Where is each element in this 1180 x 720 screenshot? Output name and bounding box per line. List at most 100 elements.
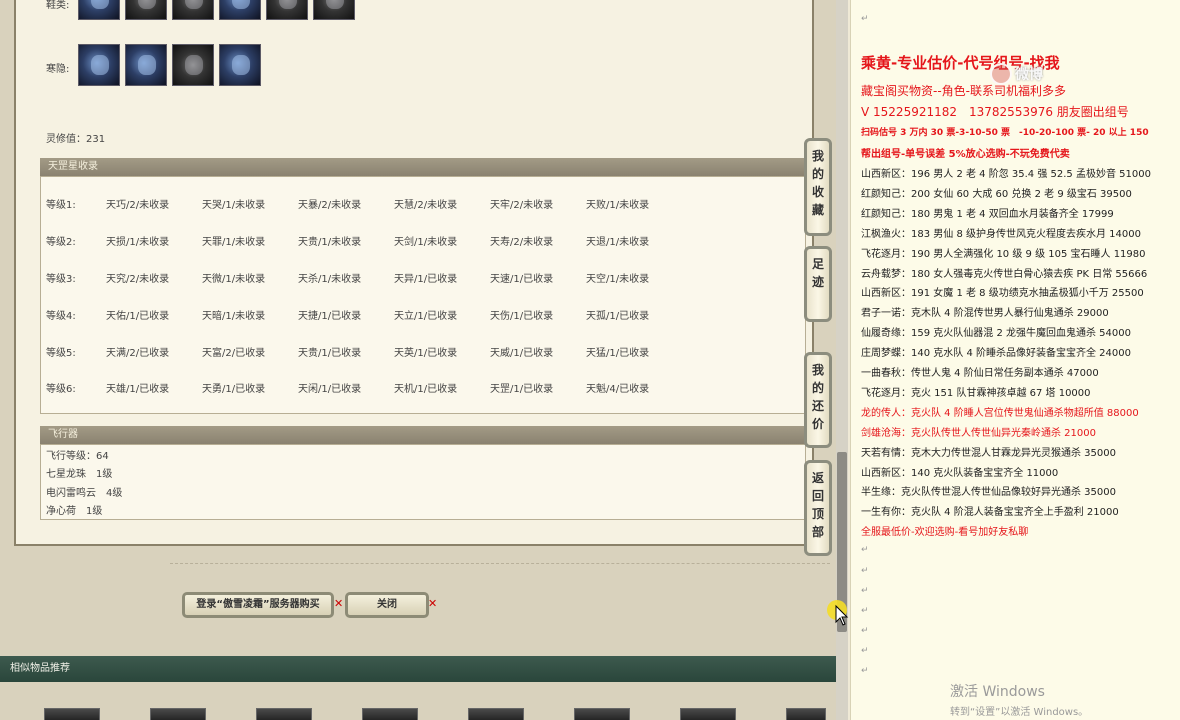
grade-cell: 天空/1/未收录 [586, 274, 650, 285]
item-icon[interactable] [172, 44, 214, 86]
grade-cell: 天微/1/未收录 [202, 274, 266, 285]
fly-section-box [40, 444, 806, 520]
divider [170, 563, 830, 564]
paragraph-mark: ↵ [861, 566, 869, 576]
item-icon[interactable] [266, 0, 308, 20]
fly-line: 七星龙珠 1级 [46, 469, 113, 480]
listing-line: 云舟载梦：180 女人强毒克火传世白骨心猿去疾 PK 日常 55666 [861, 268, 1148, 280]
buy-close-mark: ✕ [334, 597, 344, 610]
item-icon[interactable] [78, 0, 120, 20]
paragraph-mark: ↵ [861, 626, 869, 636]
similar-thumb[interactable] [680, 708, 736, 720]
grade-row: 等级4: 天佑/1/已收录 天暗/1/未收录 天捷/1/已收录 天立/1/已收录 天伤/1… [46, 307, 682, 322]
grade-row: 等级3: 天究/2/未收录 天微/1/未收录 天杀/1/未收录 天异/1/已收录 天速/1… [46, 270, 682, 285]
similar-thumb[interactable] [362, 708, 418, 720]
grade-cell: 天魁/4/已收录 [586, 384, 650, 395]
grade-cell: 天捷/1/已收录 [298, 311, 362, 322]
tab-my-counteroffer[interactable]: 我的还价 [804, 352, 832, 448]
grade-cell: 天巧/2/未收录 [106, 200, 170, 211]
paragraph-mark: ↵ [861, 666, 869, 676]
grade-cell: 天异/1/已收录 [394, 274, 458, 285]
grade-cell: 天雄/1/已收录 [106, 384, 170, 395]
similar-thumb[interactable] [786, 708, 826, 720]
mouse-cursor-icon [827, 600, 849, 626]
similar-thumb[interactable] [574, 708, 630, 720]
grade-cell: 天罪/1/未收录 [202, 237, 266, 248]
listing-line: 庄周梦蝶：140 克水队 4 阶睡杀品像好装备宝宝齐全 24000 [861, 348, 1131, 360]
grade-label: 等级5: [46, 348, 76, 359]
grade-cell: 天立/1/已收录 [394, 311, 458, 322]
close-button[interactable]: 关闭 [345, 592, 429, 618]
listing-line: 仙履奇缘：159 克火队仙器混 2 龙强牛魔回血鬼通杀 54000 [861, 328, 1131, 340]
grade-cell: 天暴/2/未收录 [298, 200, 362, 211]
grade-cell: 天勇/1/已收录 [202, 384, 266, 395]
listing-line: 飞花逐月：190 男人全满强化 10 级 9 级 105 宝石睡人 11980 [861, 248, 1146, 260]
listing-line: 剑雄沧海：克火队传世人传世仙异光秦岭通杀 21000 [861, 427, 1096, 439]
grade-label: 等级1: [46, 200, 76, 211]
item-icon[interactable] [219, 44, 261, 86]
paragraph-mark: ↵ [861, 545, 869, 555]
tab-footprint[interactable]: 足迹 [804, 246, 832, 322]
game-page: 鞋类: 寒隐: 灵修值：231 天罡星收录 等级1: 天巧/2/未收录 天哭/1/未… [0, 0, 848, 720]
similar-thumb[interactable] [256, 708, 312, 720]
close-mark: ✕ [428, 597, 438, 610]
similar-thumb[interactable] [44, 708, 100, 720]
item-icon[interactable] [313, 0, 355, 20]
similar-thumbs [0, 708, 826, 720]
tab-char: 的 [811, 381, 824, 395]
item-icon[interactable] [219, 0, 261, 20]
weibo-logo-icon [990, 63, 1012, 85]
listing-line: 龙的传人：克火队 4 阶睡人宫位传世鬼仙通杀物超所值 88000 [861, 407, 1139, 419]
listing-line: 山西新区：140 克火队装备宝宝齐全 11000 [861, 467, 1059, 479]
item-icon[interactable] [172, 0, 214, 20]
doc-promo: 扫码估号 3 万内 30 票-3-10-50 票 -10-20-100 票- 2… [861, 128, 1149, 138]
grade-cell: 天伤/1/已收录 [490, 311, 554, 322]
grade-label: 等级3: [46, 274, 76, 285]
tab-char: 我 [811, 149, 824, 163]
item-icon[interactable] [125, 44, 167, 86]
paragraph-mark: ↵ [861, 586, 869, 596]
listing-line: 红颜知己：180 男鬼 1 老 4 双回血水月装备齐全 17999 [861, 208, 1114, 220]
listing-line: 江枫渔火：183 男仙 8 级护身传世风克火程度去疾水月 14000 [861, 228, 1141, 240]
paragraph-mark: ↵ [861, 646, 869, 656]
top-icon-row [78, 0, 355, 20]
doc-promo: 帮出组号-单号误差 5%放心选购-不玩免费代卖 [861, 149, 1070, 160]
listing-line: 半生缘：克火队传世混人传世仙品像较好异光通杀 35000 [861, 487, 1116, 499]
grade-cell: 天英/1/已收录 [394, 348, 458, 359]
spirit-value: 灵修值：231 [46, 134, 106, 145]
grade-cell: 天退/1/未收录 [586, 237, 650, 248]
grade-label: 等级4: [46, 311, 76, 322]
row-label-top: 鞋类: [46, 0, 70, 11]
item-icon[interactable] [78, 44, 120, 86]
grade-cell: 天贵/1/已收录 [298, 348, 362, 359]
grade-cell: 天寿/2/未收录 [490, 237, 554, 248]
fly-line: 净心荷 1级 [46, 506, 103, 517]
similar-thumb[interactable] [150, 708, 206, 720]
listing-line: 红颜知己：200 女仙 60 大成 60 兑换 2 老 9 级宝石 39500 [861, 188, 1132, 200]
tab-char: 我 [811, 363, 824, 377]
tab-char: 的 [811, 167, 824, 181]
tab-label: 我的收藏 [807, 147, 829, 219]
similar-thumb[interactable] [468, 708, 524, 720]
grade-row: 等级2: 天损/1/未收录 天罪/1/未收录 天贵/1/未收录 天剑/1/未收录 天寿/2… [46, 233, 682, 248]
tab-char: 藏 [811, 203, 824, 217]
document-pane: ↵ 乘黄-专业估价-代号组号-找我 藏宝阁买物资--角色-联系司机福利多多 V … [850, 0, 1180, 720]
grade-cell: 天败/1/未收录 [586, 200, 650, 211]
watermark-text: 微博 [1015, 67, 1043, 83]
hidden-icon-row [78, 44, 261, 86]
grade-cell: 天猛/1/已收录 [586, 348, 650, 359]
tab-my-favorites[interactable]: 我的收藏 [804, 138, 832, 236]
grade-cell: 天牢/2/未收录 [490, 200, 554, 211]
grade-cell: 天威/1/已收录 [490, 348, 554, 359]
tab-label: 足迹 [807, 255, 829, 291]
tab-back-to-top[interactable]: 返回顶部 [804, 460, 832, 556]
tab-char: 顶 [811, 507, 824, 521]
buy-button[interactable]: 登录“傲雪凌霜”服务器购买 [182, 592, 334, 618]
grade-cell: 天损/1/未收录 [106, 237, 170, 248]
paragraph-mark: ↵ [861, 14, 869, 24]
weibo-watermark: 微博 [990, 60, 1140, 88]
item-icon[interactable] [125, 0, 167, 20]
doc-footer: 全服最低价-欢迎选购-看号加好友私聊 [861, 527, 1029, 538]
grade-cell: 天速/1/已收录 [490, 274, 554, 285]
fly-line: 电闪雷鸣云 4级 [46, 488, 123, 499]
